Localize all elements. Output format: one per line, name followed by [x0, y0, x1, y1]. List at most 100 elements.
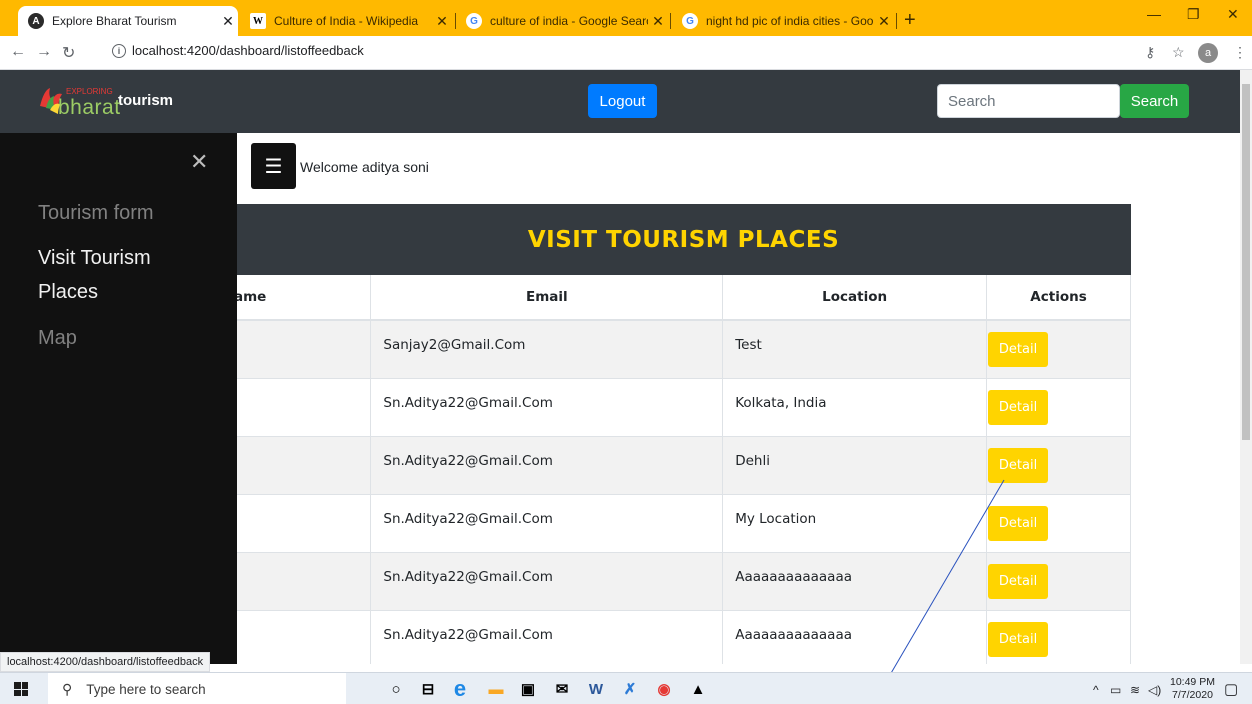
tab-title: Culture of India - Wikipedia — [274, 14, 419, 28]
search-input[interactable] — [937, 84, 1120, 118]
notification-icon[interactable]: ▢ — [1224, 680, 1238, 698]
windows-start-icon[interactable] — [14, 682, 28, 696]
volume-icon[interactable]: ◁) — [1148, 683, 1161, 697]
sidebar: ✕ Tourism form Visit Tourism Places Map — [0, 133, 237, 664]
cortana-icon[interactable]: ○ — [386, 679, 406, 699]
google-favicon-icon: G — [466, 13, 482, 29]
browser-toolbar: ← → ↻ i localhost:4200/dashboard/listoff… — [0, 36, 1252, 70]
app-navbar: EXPLORING bharat tourism Logout Search — [0, 70, 1240, 133]
close-icon[interactable]: ✕ — [190, 149, 208, 175]
store-icon[interactable]: ▣ — [518, 679, 538, 699]
detail-button[interactable]: Detail — [988, 505, 1049, 541]
taskbar-search-box[interactable]: ⚲ Type here to search — [48, 673, 346, 704]
hamburger-menu-icon[interactable]: ☰ — [251, 143, 296, 189]
tab-title: Explore Bharat Tourism — [52, 14, 177, 28]
forward-arrow-icon[interactable]: → — [36, 43, 52, 61]
email-cell: Sn.Aditya22@Gmail.Com — [370, 435, 724, 494]
info-icon[interactable]: i — [112, 43, 126, 58]
photos-icon[interactable]: ▲ — [688, 679, 708, 699]
location-cell: Kolkata, India — [722, 377, 988, 436]
google-favicon-icon: G — [682, 13, 698, 29]
clock-time: 10:49 PM — [1170, 676, 1215, 688]
detail-button[interactable]: Detail — [988, 447, 1049, 483]
email-cell: Sn.Aditya22@Gmail.Com — [370, 609, 724, 664]
detail-button[interactable]: Detail — [988, 621, 1049, 657]
file-explorer-icon[interactable]: ▬ — [486, 679, 506, 699]
key-icon[interactable]: ⚷ — [1145, 44, 1155, 61]
detail-button[interactable]: Detail — [988, 331, 1049, 367]
actions-cell: Detail — [986, 319, 1131, 378]
column-header-actions: Actions — [986, 275, 1131, 321]
new-tab-icon[interactable]: + — [904, 9, 916, 32]
close-icon[interactable]: ✕ — [874, 13, 894, 30]
close-icon[interactable]: ✕ — [648, 13, 668, 30]
logout-button[interactable]: Logout — [588, 84, 657, 118]
welcome-text: Welcome aditya soni — [300, 159, 429, 175]
wifi-icon[interactable]: ≋ — [1130, 683, 1140, 697]
tab-divider — [670, 13, 671, 29]
mail-icon[interactable]: ✉ — [552, 679, 572, 699]
search-button[interactable]: Search — [1120, 84, 1189, 118]
address-bar[interactable]: i localhost:4200/dashboard/listoffeedbac… — [112, 43, 364, 58]
tab-divider — [896, 13, 897, 29]
location-cell: Dehli — [722, 435, 988, 494]
email-cell: Sn.Aditya22@Gmail.Com — [370, 377, 724, 436]
chrome-icon[interactable]: ◉ — [654, 679, 674, 699]
scrollbar-thumb[interactable] — [1242, 84, 1250, 440]
angular-favicon-icon: A — [28, 13, 44, 29]
location-cell: My Location — [722, 493, 988, 552]
sidebar-item-places[interactable]: Places — [38, 274, 98, 310]
reload-icon[interactable]: ↻ — [62, 43, 75, 63]
tab-explore-bharat[interactable]: A Explore Bharat Tourism ✕ — [18, 6, 238, 36]
windows-taskbar: ⚲ Type here to search ○ ⊟ e ▬ ▣ ✉ W ✗ ◉ … — [0, 672, 1252, 704]
browser-tabstrip: A Explore Bharat Tourism ✕ W Culture of … — [0, 0, 1252, 36]
email-cell: Sn.Aditya22@Gmail.Com — [370, 551, 724, 610]
word-icon[interactable]: W — [586, 679, 606, 699]
actions-cell: Detail — [986, 609, 1131, 664]
search-icon: ⚲ — [62, 680, 73, 697]
brand[interactable]: EXPLORING bharat tourism — [36, 80, 173, 120]
sidebar-item-map[interactable]: Map — [38, 320, 77, 356]
back-arrow-icon[interactable]: ← — [10, 43, 26, 61]
screen: A Explore Bharat Tourism ✕ W Culture of … — [0, 0, 1252, 704]
location-cell: Aaaaaaaaaaaaaa — [722, 609, 988, 664]
location-cell: Aaaaaaaaaaaaaa — [722, 551, 988, 610]
detail-button[interactable]: Detail — [988, 563, 1049, 599]
status-bar-url: localhost:4200/dashboard/listoffeedback — [0, 652, 211, 672]
actions-cell: Detail — [986, 493, 1131, 552]
page-scrollbar[interactable] — [1240, 70, 1252, 664]
brand-main-text: bharat — [58, 96, 121, 119]
battery-icon[interactable]: ▭ — [1110, 683, 1121, 697]
menu-dots-icon[interactable]: ⋮ — [1233, 44, 1247, 61]
email-cell: Sanjay2@Gmail.Com — [370, 319, 724, 378]
minimize-icon[interactable]: — — [1147, 6, 1161, 22]
tab-wikipedia[interactable]: W Culture of India - Wikipedia ✕ — [240, 6, 452, 36]
window-close-icon[interactable]: ✕ — [1227, 6, 1239, 23]
actions-cell: Detail — [986, 551, 1131, 610]
profile-avatar[interactable]: a — [1198, 43, 1218, 63]
tab-google-search-culture[interactable]: G culture of india - Google Search ✕ — [456, 6, 668, 36]
task-view-icon[interactable]: ⊟ — [418, 679, 438, 699]
brand-small-text: EXPLORING — [66, 87, 113, 96]
email-cell: Sn.Aditya22@Gmail.Com — [370, 493, 724, 552]
actions-cell: Detail — [986, 435, 1131, 494]
restore-icon[interactable]: ❐ — [1187, 6, 1200, 23]
vscode-icon[interactable]: ✗ — [620, 679, 640, 699]
sidebar-item-tourism-form[interactable]: Tourism form — [38, 195, 154, 231]
detail-button[interactable]: Detail — [988, 389, 1049, 425]
tab-title: culture of india - Google Search — [490, 14, 648, 28]
clock-date: 7/7/2020 — [1172, 689, 1213, 701]
star-icon[interactable]: ☆ — [1172, 44, 1185, 61]
tab-title: night hd pic of india cities - Goo — [706, 14, 874, 28]
close-icon[interactable]: ✕ — [432, 13, 452, 30]
close-icon[interactable]: ✕ — [218, 13, 238, 30]
tab-google-search-night[interactable]: G night hd pic of india cities - Goo ✕ — [672, 6, 894, 36]
column-header-location: Location — [722, 275, 988, 321]
location-cell: Test — [722, 319, 988, 378]
system-clock[interactable]: 10:49 PM 7/7/2020 — [1170, 676, 1215, 702]
tray-chevron-icon[interactable]: ^ — [1093, 683, 1099, 697]
table-title: VISIT TOURISM PLACES — [527, 226, 840, 253]
sidebar-item-visit-tourism[interactable]: Visit Tourism — [38, 240, 151, 276]
url-text: localhost:4200/dashboard/listoffeedback — [132, 43, 364, 58]
edge-icon[interactable]: e — [450, 676, 470, 701]
